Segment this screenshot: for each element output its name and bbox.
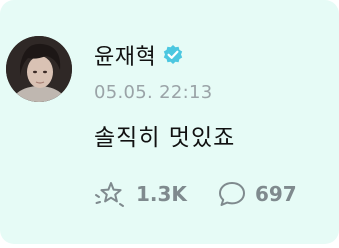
avatar[interactable] [6, 36, 72, 102]
like-count: 1.3K [136, 182, 187, 206]
post-actions: 1.3K 697 [94, 176, 297, 212]
post-timestamp: 05.05. 22:13 [94, 82, 213, 103]
comment-count: 697 [254, 182, 297, 206]
author-row: 윤재혁 [94, 40, 184, 70]
author-name[interactable]: 윤재혁 [94, 39, 156, 71]
star-sparkle-icon [94, 179, 128, 209]
post-text: 솔직히 멋있죠 [94, 125, 236, 151]
verified-badge-icon [162, 44, 184, 66]
speech-bubble-icon [217, 179, 247, 209]
comment-button[interactable]: 697 [217, 179, 297, 209]
avatar-photo [6, 36, 72, 102]
like-button[interactable]: 1.3K [94, 179, 187, 209]
post-card: 윤재혁 05.05. 22:13 솔직히 멋있죠 1.3K 697 [0, 0, 339, 244]
